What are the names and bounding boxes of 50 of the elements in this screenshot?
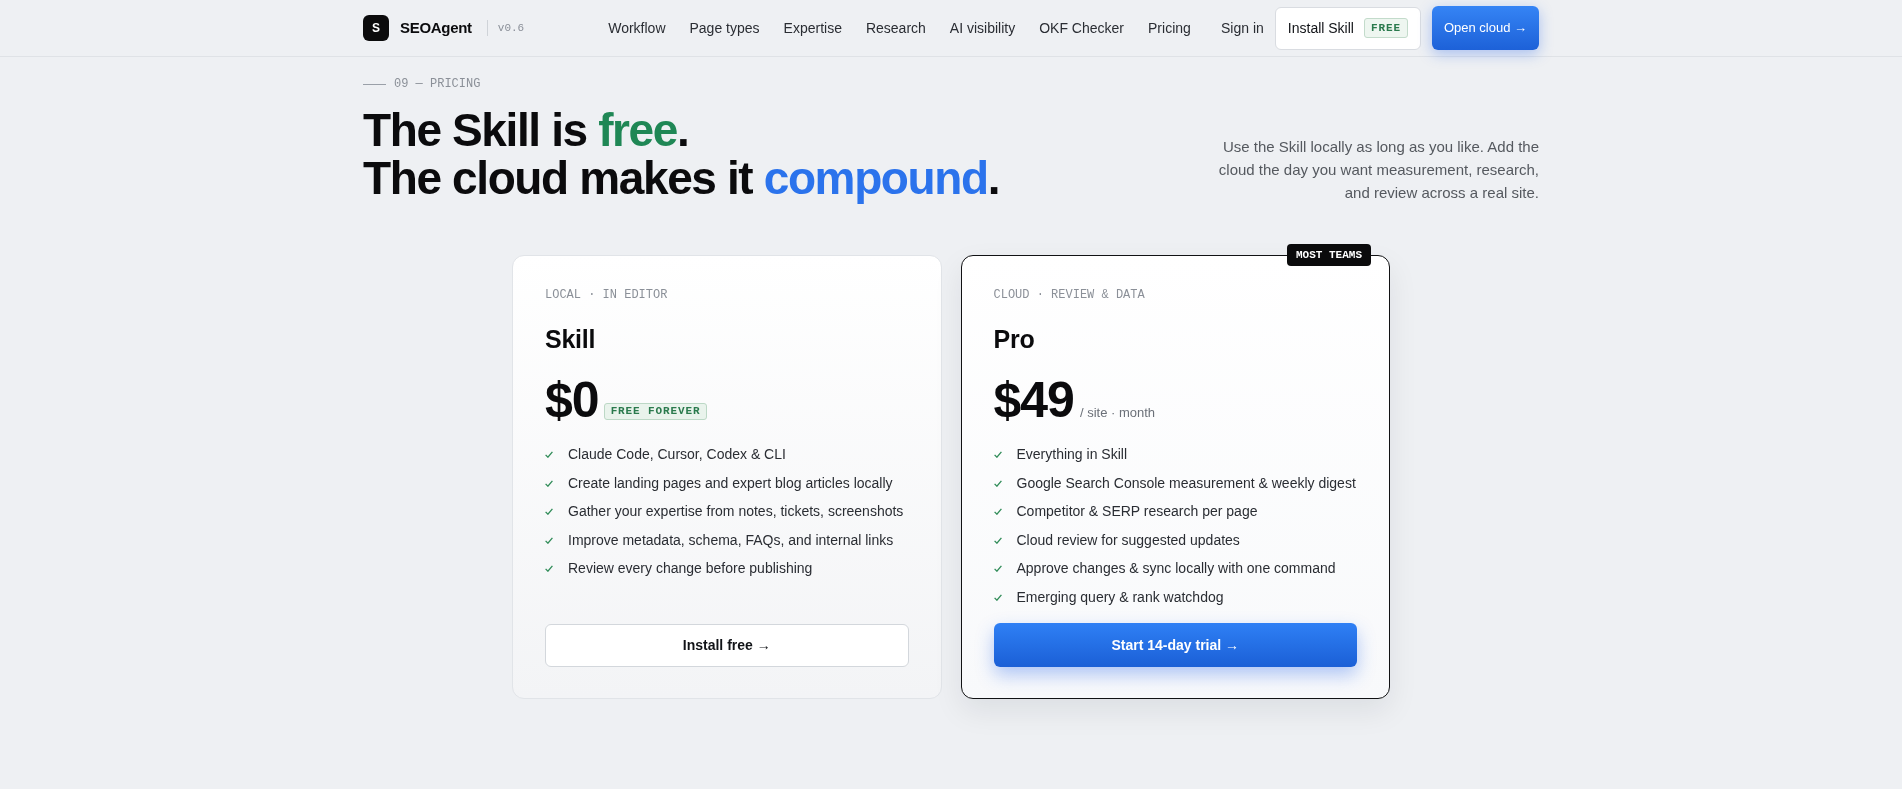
feature-text: Improve metadata, schema, FAQs, and internal links [568, 530, 894, 550]
nav-link[interactable]: AI visibility [949, 17, 1016, 39]
open-cloud-button[interactable]: Open cloud → [1431, 6, 1539, 50]
check-icon [545, 508, 553, 515]
section-eyebrow: 09 — PRICING [394, 77, 481, 91]
sign-in-link[interactable]: Sign in [1221, 17, 1264, 39]
check-icon [545, 479, 553, 487]
check-icon [993, 536, 1002, 544]
plan-price: $49 [993, 375, 1074, 425]
feature-text: Claude Code, Cursor, Codex & CLI [568, 445, 786, 464]
check-icon [993, 508, 1002, 515]
check-icon [545, 565, 553, 572]
plan-name: Skill [545, 324, 597, 354]
nav-link[interactable]: Expertise [783, 17, 842, 39]
page-heading: The Skill is free. The cloud makes it compound. [363, 106, 1000, 202]
check-icon [993, 565, 1002, 572]
price-note: / site · month [1079, 404, 1156, 422]
logo-mark: S [363, 15, 389, 41]
install-skill-button[interactable]: Install Skill FREE [1274, 6, 1421, 50]
check-icon [545, 536, 553, 544]
nav-link[interactable]: OKF Checker [1039, 17, 1124, 39]
nav-link[interactable]: Page types [689, 17, 760, 39]
feature-text: Gather your expertise from notes, tickets, screenshots [568, 502, 904, 521]
nav-link[interactable]: Pricing [1148, 17, 1191, 39]
plan-cta-button[interactable]: Start 14-day trial → [993, 623, 1357, 667]
nav-link[interactable]: Workflow [608, 17, 666, 39]
plan-name: Pro [993, 324, 1036, 354]
plan-price: $0 [545, 375, 599, 425]
feature-text: Google Search Console measurement & weekly digest [1016, 473, 1356, 493]
plan-cta-button[interactable]: Install free → [545, 624, 909, 667]
plan-eyebrow: CLOUD · REVIEW & DATA [993, 288, 1146, 302]
brand-name: SEOAgent [400, 17, 472, 38]
price-badge: FREE FOREVER [603, 403, 708, 420]
section-description: Use the Skill locally as long as you like. Add the cloud the day you want measurement, research, and review across a real site. [1217, 137, 1539, 203]
popular-tag: MOST TEAMS [1287, 244, 1371, 266]
feature-text: Approve changes & sync locally with one command [1016, 559, 1336, 578]
feature-text: Create landing pages and expert blog articles locally [568, 473, 893, 493]
feature-text: Cloud review for suggested updates [1016, 530, 1240, 550]
check-icon [993, 451, 1002, 458]
nav-link[interactable]: Research [865, 17, 926, 39]
feature-text: Competitor & SERP research per page [1016, 502, 1258, 521]
feature-text: Review every change before publishing [568, 559, 813, 578]
version-label: v0.6 [497, 20, 525, 36]
check-icon [993, 593, 1002, 601]
plan-eyebrow: LOCAL · IN EDITOR [545, 288, 669, 302]
free-badge: FREE [1363, 18, 1408, 38]
feature-text: Everything in Skill [1016, 445, 1127, 464]
check-icon [545, 451, 553, 458]
feature-text: Emerging query & rank watchdog [1016, 587, 1224, 607]
check-icon [993, 479, 1002, 487]
